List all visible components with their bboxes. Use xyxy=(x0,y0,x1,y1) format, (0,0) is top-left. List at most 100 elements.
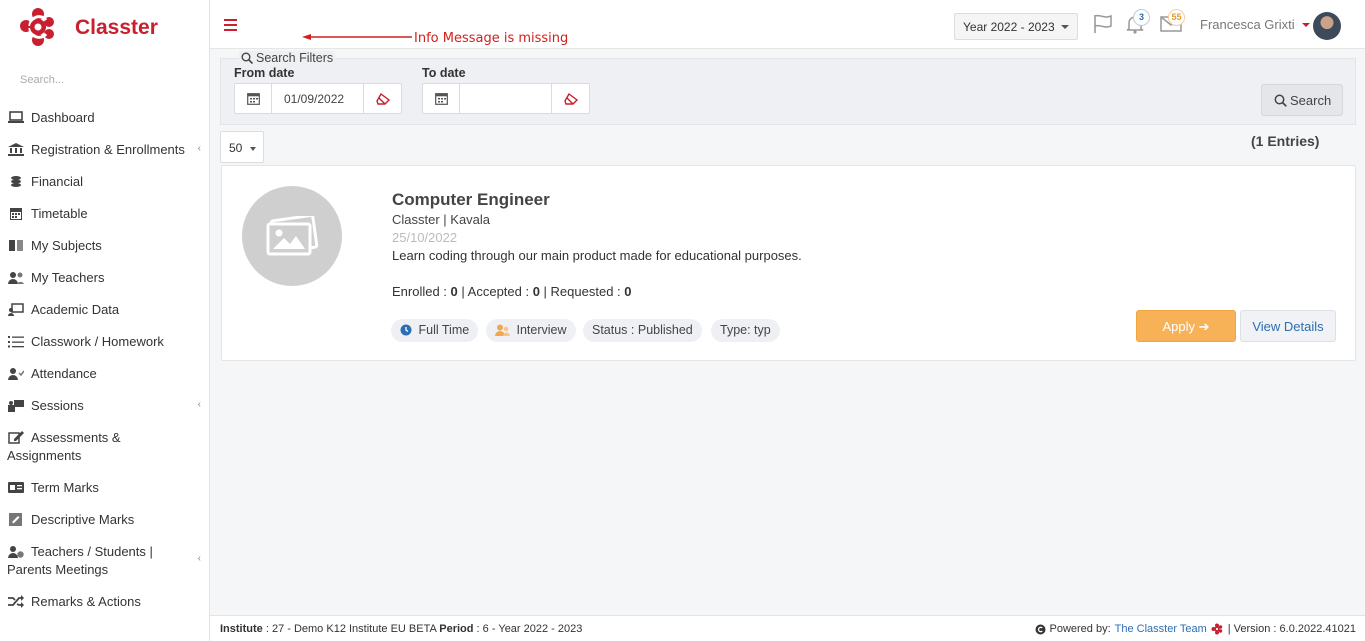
calendar-icon xyxy=(247,93,260,105)
app-name: Classter xyxy=(75,16,158,39)
view-details-button[interactable]: View Details xyxy=(1240,310,1336,342)
sidebar-item-label: Registration & Enrollments xyxy=(31,142,185,157)
caret-down-icon xyxy=(250,147,256,151)
calendar-icon xyxy=(435,93,448,105)
sidebar-item-classwork[interactable]: Classwork / Homework xyxy=(0,326,209,358)
sidebar-nav: Dashboard Registration & Enrollments ‹ F… xyxy=(0,102,209,618)
job-card: Computer Engineer Classter | Kavala 25/1… xyxy=(221,165,1356,361)
app-logo[interactable]: Classter xyxy=(18,6,158,48)
job-title[interactable]: Computer Engineer xyxy=(392,190,550,210)
book-icon xyxy=(9,240,23,251)
user-name[interactable]: Francesca Grixti xyxy=(1200,17,1295,32)
year-selector[interactable]: Year 2022 - 2023 xyxy=(954,13,1078,40)
sidebar-item-financial[interactable]: Financial xyxy=(0,166,209,198)
sidebar-item-label: My Subjects xyxy=(31,238,102,253)
search-button-label: Search xyxy=(1290,93,1332,108)
sidebar-item-attendance[interactable]: Attendance xyxy=(0,358,209,390)
page-size-value: 50 xyxy=(229,141,243,155)
filters-legend: Search Filters xyxy=(239,51,336,65)
tag-type: Type: typ xyxy=(711,319,780,342)
users-icon xyxy=(8,272,24,284)
caret-down-icon xyxy=(1061,25,1069,29)
sidebar-item-label: Descriptive Marks xyxy=(31,512,135,527)
meeting-icon xyxy=(8,546,24,558)
image-placeholder-icon xyxy=(266,216,319,256)
from-date-input[interactable]: 01/09/2022 xyxy=(272,84,363,113)
to-date-group xyxy=(422,83,590,114)
job-thumbnail xyxy=(242,186,342,286)
sidebar-item-remarks[interactable]: Remarks & Actions xyxy=(0,586,209,618)
from-date-clear-button[interactable] xyxy=(363,84,401,113)
requested-count: 0 xyxy=(624,284,632,299)
eraser-icon xyxy=(564,93,578,105)
enrolled-label: Enrolled : xyxy=(392,284,451,299)
users-icon xyxy=(495,324,510,336)
sidebar-item-label: Timetable xyxy=(31,206,88,221)
annotation-arrow-icon xyxy=(302,34,412,40)
requested-label: | Requested : xyxy=(539,284,625,299)
apply-button[interactable]: Apply ➔ xyxy=(1136,310,1236,342)
classter-logo-icon xyxy=(1211,623,1222,635)
top-header: Info Message is missing Year 2022 - 2023… xyxy=(210,0,1365,49)
tag-interview: Interview xyxy=(486,319,576,342)
sidebar-item-timetable[interactable]: Timetable xyxy=(0,198,209,230)
id-card-icon xyxy=(8,482,24,493)
footer-credits: Powered by: The Classter Team | Version … xyxy=(1035,623,1356,635)
flag-icon[interactable] xyxy=(1092,13,1114,35)
to-date-input[interactable] xyxy=(460,84,551,113)
sidebar-item-meetings[interactable]: Teachers / Students | Parents Meetings ‹ xyxy=(0,536,209,586)
sidebar-item-term-marks[interactable]: Term Marks xyxy=(0,472,209,504)
entries-count: (1 Entries) xyxy=(1251,133,1320,149)
sidebar-item-dashboard[interactable]: Dashboard xyxy=(0,102,209,134)
from-date-calendar-button[interactable] xyxy=(235,84,272,113)
sidebar-item-descriptive-marks[interactable]: Descriptive Marks xyxy=(0,504,209,536)
sidebar-item-label: Sessions xyxy=(31,398,84,413)
sidebar-item-assessments[interactable]: Assessments & Assignments xyxy=(0,422,209,472)
version-label: | Version : 6.0.2022.41021 xyxy=(1227,623,1356,635)
coins-icon xyxy=(11,176,21,187)
sidebar-item-label: Financial xyxy=(31,174,84,189)
sidebar-item-my-teachers[interactable]: My Teachers xyxy=(0,262,209,294)
sidebar-item-label: Academic Data xyxy=(31,302,120,317)
footer: Institute : 27 - Demo K12 Institute EU B… xyxy=(210,615,1365,641)
tasks-icon xyxy=(8,336,24,348)
period-value: : 6 - Year 2022 - 2023 xyxy=(473,623,583,635)
classter-logo-icon xyxy=(20,8,54,46)
user-check-icon xyxy=(8,368,24,380)
annotation-text: Info Message is missing xyxy=(414,31,569,46)
chevron-left-icon: ‹ xyxy=(197,553,201,564)
page-size-select[interactable]: 50 xyxy=(220,131,264,163)
sessions-icon xyxy=(8,400,24,412)
sidebar-item-sessions[interactable]: Sessions ‹ xyxy=(0,390,209,422)
sidebar-search-input[interactable]: Search... xyxy=(20,74,64,86)
sidebar-item-my-subjects[interactable]: My Subjects xyxy=(0,230,209,262)
search-icon xyxy=(1274,94,1287,107)
sidebar-item-registration[interactable]: Registration & Enrollments ‹ xyxy=(0,134,209,166)
caret-down-icon[interactable] xyxy=(1302,23,1310,27)
tag-status: Status : Published xyxy=(583,319,702,342)
footer-info: Institute : 27 - Demo K12 Institute EU B… xyxy=(220,623,582,635)
from-date-group: 01/09/2022 xyxy=(234,83,402,114)
to-date-clear-button[interactable] xyxy=(551,84,589,113)
sidebar-item-academic-data[interactable]: Academic Data xyxy=(0,294,209,326)
classter-team-link[interactable]: The Classter Team xyxy=(1115,623,1207,635)
job-date: 25/10/2022 xyxy=(392,230,458,245)
shuffle-icon xyxy=(8,595,24,608)
clock-icon xyxy=(400,324,412,336)
search-button[interactable]: Search xyxy=(1261,84,1343,116)
sidebar: Classter Search... Dashboard Registratio… xyxy=(0,0,210,641)
laptop-icon xyxy=(8,111,24,123)
to-date-calendar-button[interactable] xyxy=(423,84,460,113)
sidebar-item-label: Term Marks xyxy=(31,480,99,495)
search-filters-panel: Search Filters From date 01/09/2022 To d… xyxy=(220,51,1356,125)
chevron-left-icon: ‹ xyxy=(197,399,201,410)
eraser-icon xyxy=(376,93,390,105)
menu-toggle-icon[interactable] xyxy=(224,19,237,31)
search-icon xyxy=(241,52,253,64)
sidebar-item-label: Teachers / Students | Parents Meetings xyxy=(7,544,153,577)
chevron-left-icon: ‹ xyxy=(197,143,201,154)
year-selector-value: Year 2022 - 2023 xyxy=(963,20,1055,34)
avatar[interactable] xyxy=(1313,12,1341,40)
copyright-icon xyxy=(1035,624,1046,634)
job-description: Learn coding through our main product ma… xyxy=(392,248,802,263)
